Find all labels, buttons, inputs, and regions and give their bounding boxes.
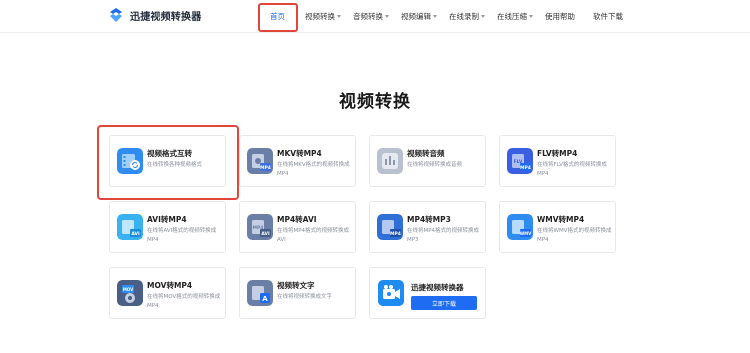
app-name: 迅捷视频转换器 (130, 11, 202, 23)
card-mov-to-mp4[interactable]: MOV MOV转MP4 在线将MOV格式的视频转换成MP4 (109, 267, 226, 319)
card-flv-to-mp4[interactable]: FLV MP4 FLV转MP4 在线将FLV格式的视频转换成MP4 (499, 135, 616, 187)
card-desc: 在线将WMV格式的视频转换成MP4 (537, 228, 612, 243)
mp4-to-mp3-icon: MP4 (377, 214, 403, 240)
svg-text:MP4: MP4 (390, 231, 401, 237)
card-video-to-audio[interactable]: 视频转音频 在线将视频转换成音频 (369, 135, 486, 187)
svg-text:A: A (262, 295, 268, 303)
card-desc: 在线将视频转换成文字 (277, 294, 333, 300)
card-title: MKV转MP4 (277, 149, 322, 158)
card-desc: 在线将MKV格式的视频转换成MP4 (277, 162, 350, 177)
card-wmv-to-mp4[interactable]: WMV WMV转MP4 在线将WMV格式的视频转换成MP4 (499, 201, 616, 253)
chevron-down-icon (433, 15, 437, 18)
highlight-box-card (97, 125, 239, 200)
svg-text:WMV: WMV (520, 231, 532, 236)
download-now-button[interactable]: 立即下载 (411, 296, 477, 310)
nav-download[interactable]: 软件下载 (593, 11, 623, 22)
card-desc: 在线将AVI格式的视频转换成MP4 (147, 228, 217, 243)
chevron-down-icon (337, 15, 341, 18)
mp4-to-avi-icon: MP4 AVI (247, 214, 273, 240)
nav-video-edit[interactable]: 视频编辑 (401, 11, 437, 22)
chevron-down-icon (385, 15, 389, 18)
card-desc: 在线将MP4格式的视频转换成MP3 (407, 228, 480, 243)
card-video-to-text[interactable]: A 视频转文字 在线将视频转换成文字 (239, 267, 356, 319)
chevron-down-icon (529, 15, 533, 18)
nav-video-convert[interactable]: 视频转换 (305, 11, 341, 22)
card-desc: 在线将MP4格式的视频转换成AVI (277, 228, 350, 243)
card-avi-to-mp4[interactable]: AVI AVI转MP4 在线将AVI格式的视频转换成MP4 (109, 201, 226, 253)
card-mp4-to-avi[interactable]: MP4 AVI MP4转AVI 在线将MP4格式的视频转换成AVI (239, 201, 356, 253)
nav-help[interactable]: 使用帮助 (545, 11, 575, 22)
flv-to-mp4-icon: FLV MP4 (507, 148, 533, 174)
video-to-text-icon: A (247, 280, 273, 306)
card-desc: 在线将视频转换成音频 (407, 162, 463, 168)
video-to-audio-icon (377, 148, 403, 174)
site-logo[interactable]: 迅捷视频转换器 (108, 7, 201, 23)
svg-text:MP4: MP4 (260, 165, 271, 171)
logo-icon (110, 8, 122, 22)
promo-card: 迅捷视频转换器 立即下载 (369, 267, 486, 319)
nav-online-record[interactable]: 在线录制 (449, 11, 485, 22)
card-title: MOV转MP4 (147, 281, 193, 290)
chevron-down-icon (481, 15, 485, 18)
card-title: WMV转MP4 (537, 215, 585, 224)
page-title: 视频转换 (339, 92, 411, 112)
nav-online-compress[interactable]: 在线压缩 (497, 11, 533, 22)
top-header: 迅捷视频转换器 首页 视频转换 音频转换 视频编辑 在线录制 在线压缩 使用帮助… (0, 0, 750, 33)
card-mkv-to-mp4[interactable]: MP4 MKV转MP4 在线将MKV格式的视频转换成MP4 (239, 135, 356, 187)
card-title: 视频转文字 (277, 281, 315, 290)
svg-text:AVI: AVI (131, 231, 140, 237)
card-title: AVI转MP4 (147, 215, 187, 224)
avi-to-mp4-icon: AVI (117, 214, 143, 240)
nav-audio-convert[interactable]: 音频转换 (353, 11, 389, 22)
card-title: FLV转MP4 (537, 149, 578, 158)
svg-text:MP4: MP4 (520, 165, 531, 171)
promo-title: 迅捷视频转换器 (411, 283, 464, 292)
svg-text:AVI: AVI (261, 231, 270, 237)
card-desc: 在线将MOV格式的视频转换成MP4 (147, 294, 221, 309)
card-title: MP4转MP3 (407, 215, 451, 224)
card-title: 视频转音频 (407, 149, 445, 158)
mov-to-mp4-icon: MOV (117, 280, 143, 306)
svg-text:MOV: MOV (123, 287, 134, 292)
highlight-box-nav (258, 3, 298, 32)
app-download-icon (378, 280, 404, 306)
card-desc: 在线将FLV格式的视频转换成MP4 (537, 162, 607, 177)
wmv-to-mp4-icon: WMV (507, 214, 533, 240)
card-mp4-to-mp3[interactable]: MP4 MP4转MP3 在线将MP4格式的视频转换成MP3 (369, 201, 486, 253)
card-title: MP4转AVI (277, 215, 317, 224)
mkv-to-mp4-icon: MP4 (247, 148, 273, 174)
